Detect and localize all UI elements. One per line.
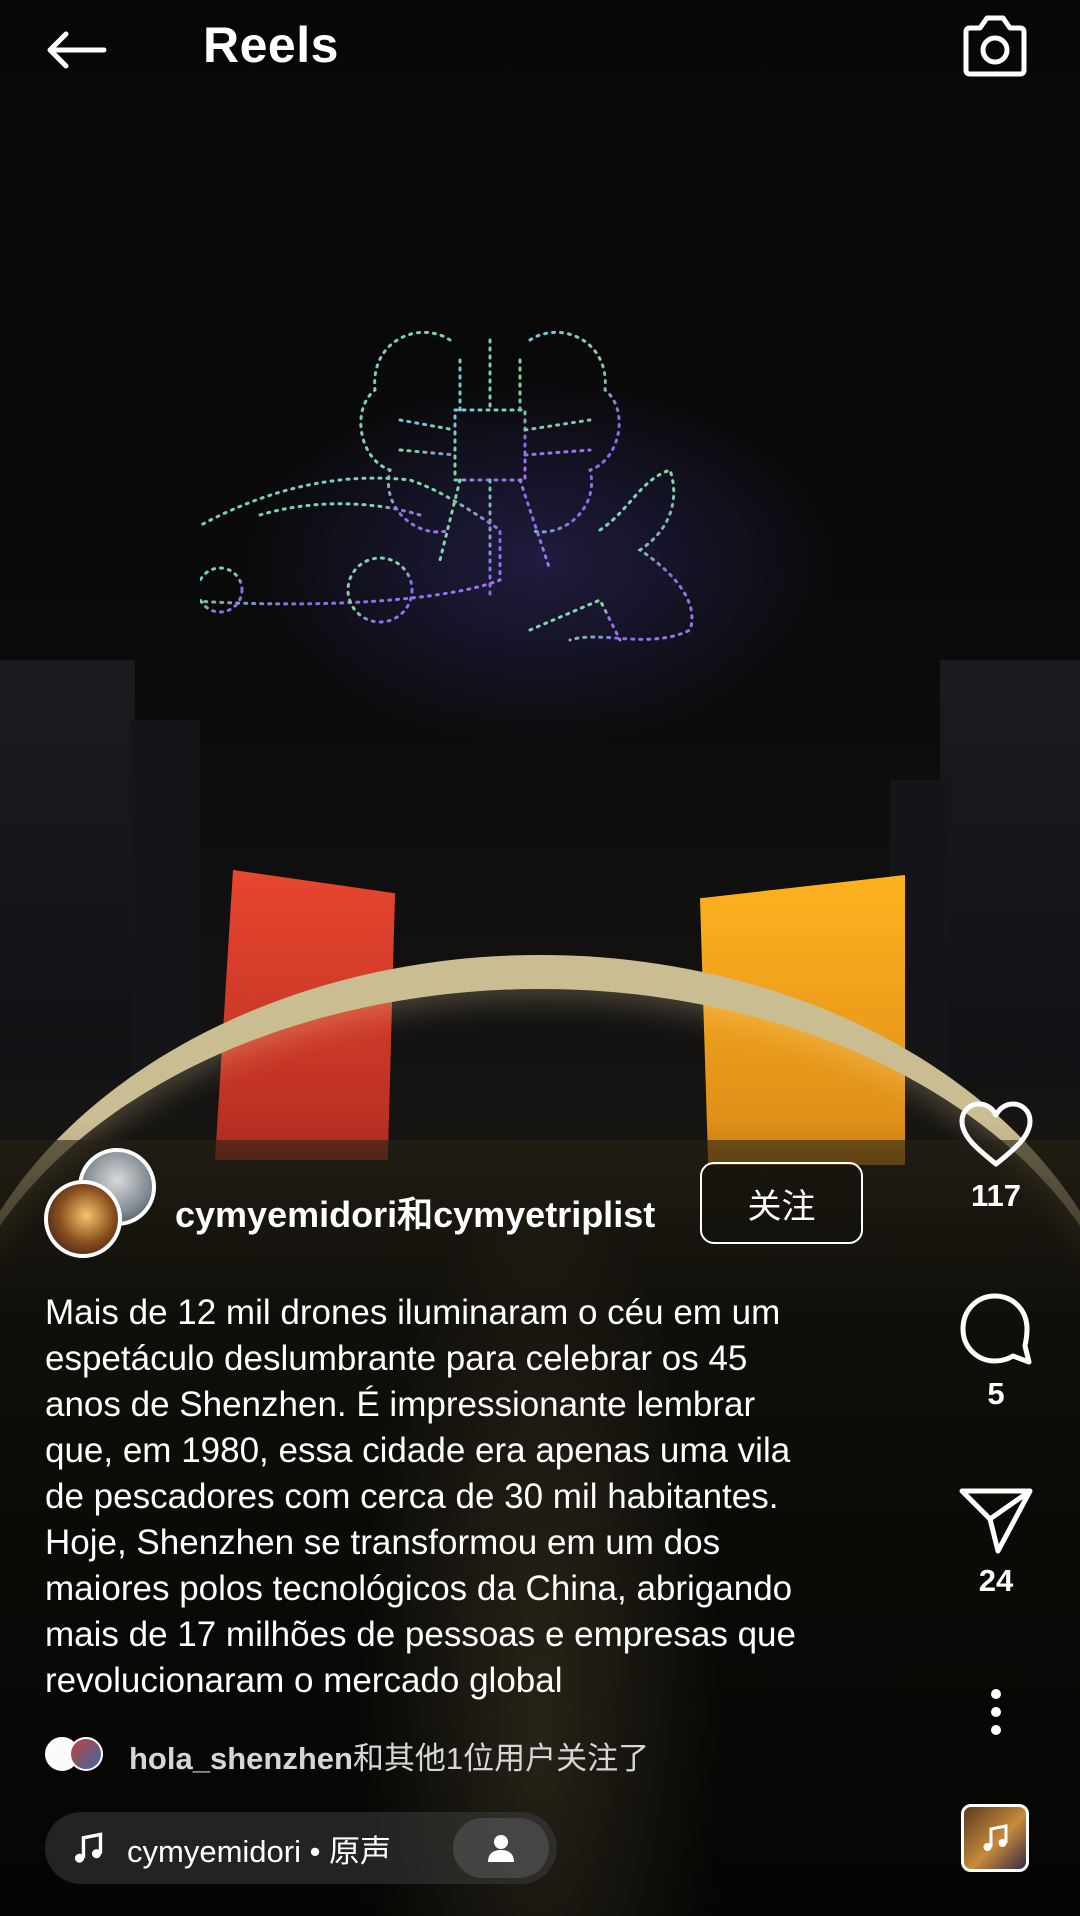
audio-attribution[interactable]: cymyemidori • 原声 — [45, 1812, 557, 1884]
post-caption[interactable]: Mais de 12 mil drones iluminaram o céu e… — [45, 1290, 905, 1704]
comment-count: 5 — [987, 1376, 1005, 1411]
share-action[interactable]: 24 — [940, 1485, 1052, 1599]
drone-light-show — [200, 330, 694, 642]
camera-icon — [963, 15, 1027, 77]
back-button[interactable] — [40, 22, 112, 78]
audio-label: cymyemidori • 原声 — [127, 1833, 392, 1869]
more-options-button[interactable] — [940, 1688, 1052, 1736]
heart-icon[interactable] — [958, 1100, 1034, 1170]
person-icon — [488, 1835, 514, 1862]
music-note-icon — [74, 1832, 103, 1863]
author-names[interactable]: cymyemidori和cymyetriplist — [175, 1186, 655, 1238]
music-note-icon — [983, 1824, 1008, 1851]
audio-thumbnail[interactable] — [961, 1804, 1029, 1872]
like-count: 117 — [970, 1178, 1021, 1213]
skyscraper-left — [0, 660, 135, 1080]
like-action[interactable]: 117 — [940, 1100, 1052, 1214]
comment-bubble-icon[interactable] — [957, 1290, 1035, 1368]
comment-action[interactable]: 5 — [940, 1290, 1052, 1412]
followed-by-username[interactable]: hola_shenzhen — [129, 1741, 353, 1776]
top-bar: Reels — [0, 0, 1080, 100]
camera-button[interactable] — [955, 10, 1035, 82]
author-avatars[interactable] — [44, 1148, 156, 1258]
skyscraper-left-2 — [130, 720, 200, 1080]
skyscraper-right — [940, 660, 1080, 1090]
follow-button[interactable]: 关注 — [700, 1162, 863, 1244]
more-vertical-icon[interactable] — [986, 1688, 1006, 1736]
arrow-left-icon — [47, 31, 107, 69]
paper-plane-icon[interactable] — [958, 1485, 1034, 1555]
avatar — [69, 1737, 103, 1771]
followed-by-text: hola_shenzhen和其他1位用户关注了 — [129, 1733, 649, 1778]
page-title: Reels — [203, 17, 339, 73]
followed-by-row[interactable]: hola_shenzhen和其他1位用户关注了 — [45, 1732, 649, 1778]
followed-by-rest: 和其他1位用户关注了 — [352, 1740, 650, 1776]
avatar[interactable] — [44, 1180, 122, 1258]
share-count: 24 — [978, 1563, 1014, 1598]
tagged-people-button[interactable] — [453, 1818, 549, 1878]
follower-avatars — [45, 1737, 107, 1773]
